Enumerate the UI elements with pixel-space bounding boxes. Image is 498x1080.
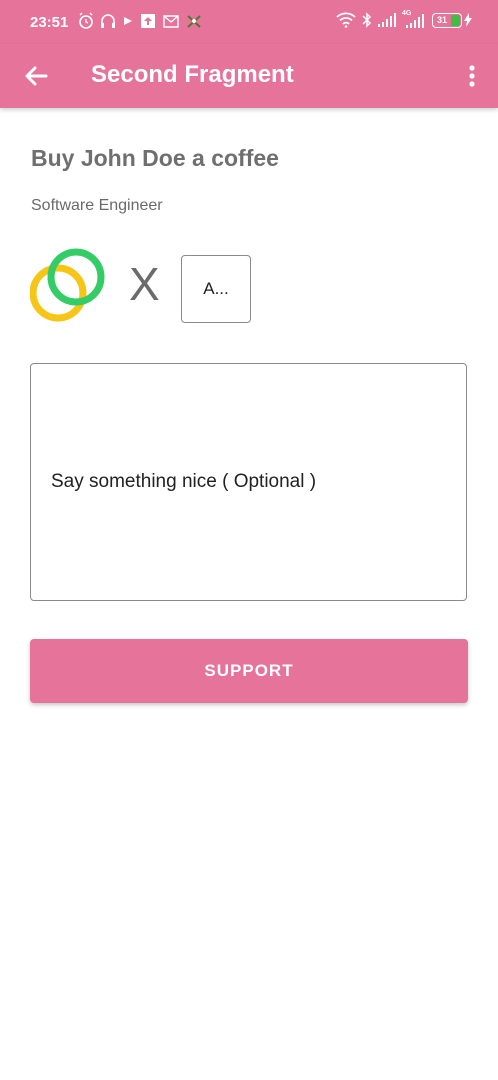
signal-4g-icon: 4G (402, 10, 426, 28)
multiplier-symbol: X (129, 258, 160, 310)
battery-body: 31 (432, 12, 462, 28)
arrow-left-icon[interactable] (20, 60, 52, 92)
gmail-icon (163, 15, 179, 28)
headset-icon (101, 14, 115, 28)
wifi-icon (336, 12, 356, 28)
message-input[interactable]: Say something nice ( Optional ) (30, 363, 467, 601)
app-icon (187, 15, 201, 28)
status-notification-icons (78, 12, 202, 30)
upload-icon (141, 14, 155, 28)
status-bar: 23:51 4G 31 (0, 0, 498, 44)
battery-fill (451, 14, 460, 26)
charging-icon (464, 13, 472, 27)
alarm-icon (79, 12, 93, 29)
coffee-logo-icon (30, 248, 105, 322)
play-icon (124, 17, 132, 25)
battery-level-text: 31 (437, 15, 448, 25)
status-system-icons: 4G 31 (336, 10, 472, 28)
status-time: 23:51 (30, 14, 69, 31)
bluetooth-icon (362, 12, 372, 28)
app-bar: Second Fragment (0, 44, 498, 108)
battery-icon: 31 (432, 12, 472, 28)
support-button[interactable]: SUPPORT (30, 639, 468, 703)
message-placeholder: Say something nice ( Optional ) (51, 471, 317, 492)
support-heading: Buy John Doe a coffee (31, 145, 279, 171)
creator-role: Software Engineer (31, 197, 163, 214)
amount-field[interactable]: A... (181, 255, 251, 323)
signal-icon (378, 13, 396, 27)
signal-bars-icon (406, 14, 424, 28)
page-title: Second Fragment (91, 61, 294, 88)
more-vert-icon[interactable] (464, 60, 480, 92)
